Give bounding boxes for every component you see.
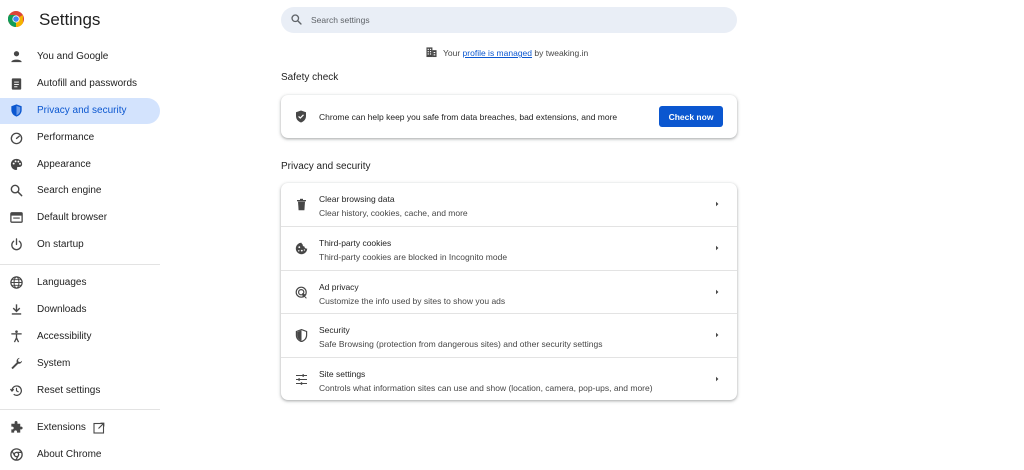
building-icon (426, 47, 437, 58)
privacy-heading: Privacy and security (281, 161, 371, 172)
row-subtitle: Safe Browsing (protection from dangerous… (319, 339, 603, 350)
chevron-right-icon (716, 376, 719, 381)
chevron-right-icon (716, 332, 719, 338)
sidebar-item-label: Autofill and passwords (37, 78, 138, 89)
sidebar-item-label: Search engine (37, 185, 102, 196)
sidebar-divider (0, 409, 160, 410)
ad-privacy-icon (295, 286, 307, 299)
sidebar-item-accessibility[interactable]: Accessibility (0, 324, 160, 350)
managed-prefix: Your (443, 48, 463, 58)
page-title: Settings (39, 10, 101, 29)
row-title: Security (319, 325, 350, 336)
cookie-icon (295, 243, 308, 255)
clipboard-icon (11, 78, 22, 90)
speedometer-icon (10, 132, 23, 145)
sidebar-item-default-browser[interactable]: Default browser (0, 205, 160, 231)
managed-text: Your profile is managed by tweaking.in (443, 48, 588, 58)
chevron-right-icon (716, 246, 719, 251)
globe-icon (10, 276, 23, 289)
trash-icon (297, 198, 306, 211)
sidebar-item-label: Downloads (37, 304, 87, 315)
puzzle-icon (11, 420, 23, 433)
sidebar-item-label: Reset settings (37, 385, 101, 396)
sidebar-item-autofill[interactable]: Autofill and passwords (0, 71, 160, 97)
search-bar[interactable] (281, 7, 737, 33)
sidebar-item-on-startup[interactable]: On startup (0, 232, 160, 258)
row-title: Third-party cookies (319, 238, 392, 249)
sidebar-item-appearance[interactable]: Appearance (0, 152, 160, 178)
sidebar-item-search-engine[interactable]: Search engine (0, 178, 160, 204)
shield-icon (295, 329, 308, 343)
history-icon (9, 385, 22, 396)
safety-check-message: Chrome can help keep you safe from data … (319, 112, 618, 122)
search-icon (10, 184, 23, 197)
chevron-right-icon (716, 201, 719, 207)
sidebar-item-label: Languages (37, 277, 87, 288)
row-subtitle: Clear history, cookies, cache, and more (319, 208, 468, 218)
power-icon (11, 238, 22, 251)
row-clear-browsing-data[interactable]: Clear browsing data Clear history, cooki… (281, 183, 737, 226)
sidebar-item-languages[interactable]: Languages (0, 270, 160, 296)
managed-suffix: by tweaking.in (532, 48, 589, 58)
person-icon (11, 51, 22, 63)
sidebar-item-label: System (37, 358, 71, 369)
sidebar-item-downloads[interactable]: Downloads (0, 297, 160, 323)
sidebar-item-you-and-google[interactable]: You and Google (0, 44, 160, 70)
sidebar-item-label: Appearance (37, 159, 91, 170)
brand-header: Settings (0, 0, 168, 42)
sidebar-item-label: Default browser (37, 212, 108, 223)
sidebar-item-performance[interactable]: Performance (0, 125, 160, 151)
row-title: Site settings (319, 368, 366, 379)
sidebar-item-label: About Chrome (37, 449, 102, 460)
browser-window-icon (10, 212, 23, 223)
sidebar-item-label: Accessibility (37, 331, 92, 342)
palette-icon (10, 158, 23, 170)
safety-check-card: Chrome can help keep you safe from data … (281, 95, 737, 138)
sliders-icon (296, 373, 307, 385)
sidebar-item-label: Extensions (37, 422, 86, 433)
safety-check-heading: Safety check (281, 72, 339, 83)
accessibility-icon (11, 330, 22, 343)
row-third-party-cookies[interactable]: Third-party cookies Third-party cookies … (281, 226, 737, 269)
open-in-new-icon (93, 422, 105, 434)
sidebar-divider (0, 264, 160, 265)
row-ad-privacy[interactable]: Ad privacy Customize the info used by si… (281, 269, 737, 313)
sidebar-item-about-chrome[interactable]: About Chrome (0, 442, 160, 468)
chrome-logo-icon (8, 11, 24, 27)
row-subtitle: Third-party cookies are blocked in Incog… (319, 252, 508, 263)
row-site-settings[interactable]: Site settings Controls what information … (281, 356, 737, 400)
profile-managed-link[interactable]: profile is managed (463, 48, 532, 58)
sidebar-item-privacy-and-security[interactable]: Privacy and security (0, 98, 160, 124)
sidebar-item-extensions[interactable]: Extensions (0, 415, 160, 441)
row-subtitle: Customize the info used by sites to show… (319, 295, 506, 306)
chevron-right-icon (716, 289, 719, 294)
privacy-card: Clear browsing data Clear history, cooki… (281, 183, 737, 400)
row-title: Clear browsing data (319, 194, 395, 204)
sidebar: Settings You and Google Autofill and pas… (0, 0, 168, 470)
search-input[interactable] (311, 11, 711, 29)
sidebar-item-label: You and Google (37, 51, 109, 62)
download-icon (11, 304, 22, 315)
row-title: Ad privacy (319, 281, 359, 292)
sidebar-item-system[interactable]: System (0, 351, 160, 377)
sidebar-item-label: On startup (37, 239, 84, 250)
search-icon (291, 14, 302, 25)
row-security[interactable]: Security Safe Browsing (protection from … (281, 313, 737, 356)
check-now-button[interactable]: Check now (659, 106, 723, 127)
shield-icon (11, 104, 22, 117)
sidebar-item-label: Privacy and security (37, 105, 127, 116)
sidebar-item-label: Performance (37, 132, 95, 143)
row-subtitle: Controls what information sites can use … (319, 382, 653, 393)
chrome-icon (10, 448, 23, 461)
wrench-icon (11, 357, 23, 370)
shield-check-icon (296, 110, 306, 123)
sidebar-item-reset-settings[interactable]: Reset settings (0, 378, 160, 404)
